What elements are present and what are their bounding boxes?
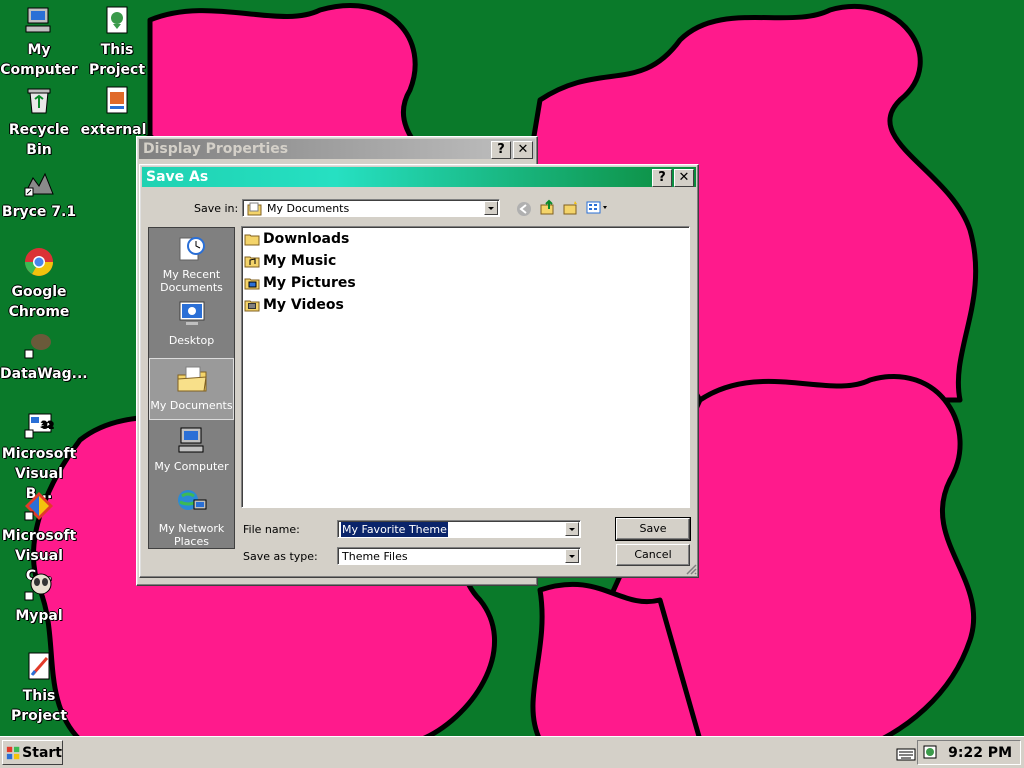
place-my-network-places[interactable]: My Network Places [149, 486, 234, 548]
mypal-icon [24, 573, 52, 601]
folder-icon [244, 234, 260, 246]
place-my-recent-documents[interactable]: My Recent Documents [149, 232, 234, 294]
chevron-down-icon[interactable] [565, 549, 579, 563]
file-name-label: File name: [243, 523, 300, 536]
back-arrow-icon[interactable] [516, 201, 532, 217]
desktop-icon-bryce[interactable]: Bryce 7.1 [0, 166, 78, 222]
datawag-shortcut-icon [24, 334, 51, 359]
save-in-value: My Documents [267, 202, 350, 215]
my-computer-icon [178, 427, 203, 453]
keyboard-icon[interactable] [896, 747, 916, 761]
my-documents-icon [177, 366, 207, 392]
document-icon [106, 86, 128, 114]
save-as-type-value: Theme Files [342, 550, 408, 563]
desktop-icon-mypal[interactable]: Mypal [0, 570, 78, 626]
desktop-icon-datawag[interactable]: DataWag... [0, 328, 88, 384]
bryce-shortcut-icon [24, 172, 54, 197]
my-documents-small-icon [247, 202, 262, 216]
display-properties-title: Display Properties [143, 141, 289, 157]
file-name-field[interactable]: My Favorite Theme [337, 520, 581, 538]
clock[interactable]: 9:22 PM [948, 745, 1012, 761]
resize-grip-icon[interactable] [685, 563, 697, 575]
project-icon [106, 6, 128, 34]
recent-documents-icon [179, 237, 205, 261]
display-properties-close-button[interactable]: ✕ [513, 141, 533, 159]
places-bar: My Recent Documents Desktop My Documents … [148, 227, 235, 549]
pictures-folder-icon [244, 278, 260, 290]
desktop-icon [179, 301, 204, 325]
start-label: Start [22, 744, 62, 761]
tray-project-icon[interactable] [922, 744, 938, 760]
folder-item-downloads[interactable]: Downloads [244, 229, 349, 249]
desktop-icon-google-chrome[interactable]: Google Chrome [0, 246, 78, 322]
save-as-type-dropdown[interactable]: Theme Files [337, 547, 581, 565]
windows-logo-icon [6, 746, 20, 759]
folder-item-my-music[interactable]: My Music [244, 251, 336, 271]
view-menu-icon[interactable] [586, 200, 610, 216]
my-computer-icon [25, 7, 51, 33]
new-folder-icon[interactable] [563, 200, 579, 216]
file-list[interactable]: Downloads My Music My Pictures My Videos [241, 226, 690, 508]
save-in-label: Save in: [194, 202, 239, 215]
start-button[interactable]: Start [2, 740, 63, 765]
save-as-close-button[interactable]: ✕ [674, 169, 694, 187]
save-as-title: Save As [146, 169, 209, 185]
taskbar: Start 9:22 PM [0, 736, 1024, 768]
chrome-icon [25, 248, 53, 276]
chevron-down-icon[interactable] [484, 201, 498, 215]
save-as-titlebar[interactable]: Save As [142, 167, 696, 187]
save-as-type-label: Save as type: [243, 550, 318, 563]
folder-item-my-pictures[interactable]: My Pictures [244, 273, 356, 293]
recycle-bin-icon [27, 88, 51, 114]
file-name-value: My Favorite Theme [341, 522, 448, 537]
save-button[interactable]: Save [615, 517, 691, 541]
visual-basic-icon: 32 [24, 413, 54, 439]
desktop-icon-this-project-2[interactable]: This Project [0, 650, 78, 726]
save-as-help-button[interactable]: ? [652, 169, 672, 187]
display-properties-titlebar[interactable]: Display Properties [139, 139, 535, 159]
desktop-icon-this-project[interactable]: This Project [78, 4, 156, 80]
network-places-icon [177, 490, 206, 510]
project-file-icon [28, 652, 50, 680]
desktop-icon-recycle-bin[interactable]: Recycle Bin [0, 84, 78, 160]
svg-text:32: 32 [41, 421, 54, 431]
videos-folder-icon [244, 300, 260, 312]
visual-c-icon [24, 492, 53, 521]
chevron-down-icon[interactable] [565, 522, 579, 536]
music-folder-icon [244, 256, 260, 268]
cancel-button[interactable]: Cancel [616, 544, 690, 566]
system-tray: 9:22 PM [917, 740, 1021, 765]
desktop-icon-my-computer[interactable]: My Computer [0, 4, 78, 80]
place-my-computer[interactable]: My Computer [149, 424, 234, 474]
place-desktop[interactable]: Desktop [149, 298, 234, 348]
desktop-icon-external[interactable]: external_ [78, 84, 156, 140]
folder-item-my-videos[interactable]: My Videos [244, 295, 344, 315]
up-folder-icon[interactable] [540, 199, 556, 215]
save-in-dropdown[interactable]: My Documents [242, 199, 500, 217]
display-properties-help-button[interactable]: ? [491, 141, 511, 159]
place-my-documents[interactable]: My Documents [149, 358, 234, 420]
